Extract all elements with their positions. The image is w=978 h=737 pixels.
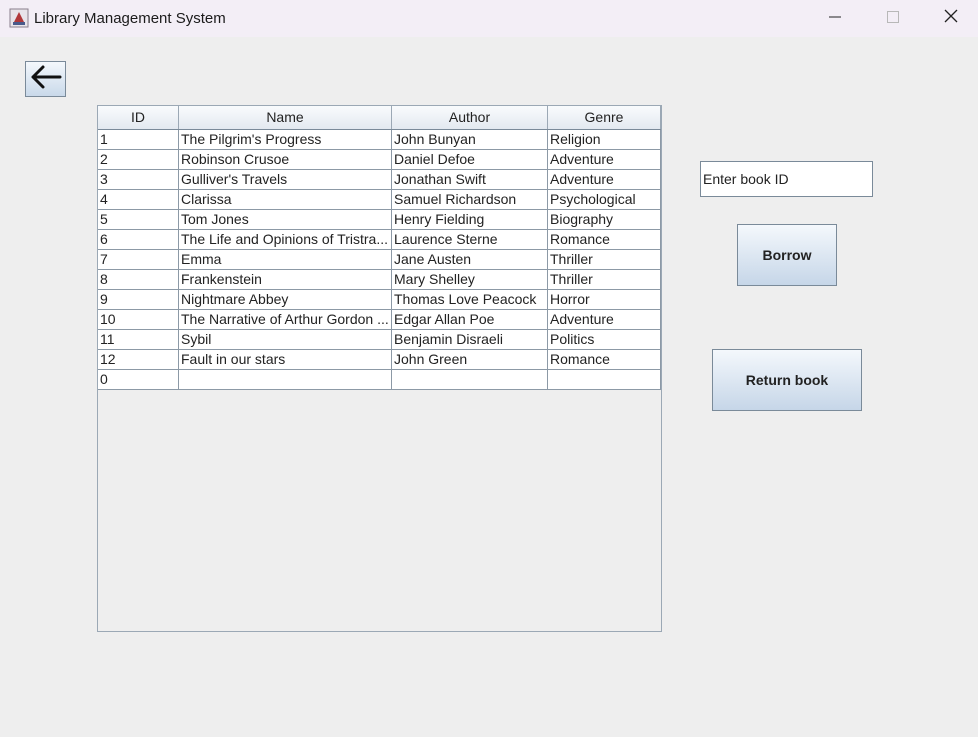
cell-genre[interactable]: Adventure (548, 150, 661, 170)
table-row[interactable]: 7 Emma Jane Austen Thriller (98, 250, 661, 270)
cell-id[interactable]: 1 (98, 130, 179, 150)
close-icon (944, 9, 958, 28)
cell-author[interactable] (392, 370, 548, 390)
cell-genre[interactable]: Thriller (548, 250, 661, 270)
table-row[interactable]: 2 Robinson Crusoe Daniel Defoe Adventure (98, 150, 661, 170)
cell-id[interactable]: 10 (98, 310, 179, 330)
cell-genre[interactable]: Religion (548, 130, 661, 150)
cell-name[interactable]: Robinson Crusoe (179, 150, 392, 170)
cell-name[interactable]: Frankenstein (179, 270, 392, 290)
cell-author[interactable]: Jonathan Swift (392, 170, 548, 190)
cell-id[interactable]: 4 (98, 190, 179, 210)
cell-id[interactable]: 6 (98, 230, 179, 250)
table-row[interactable]: 12 Fault in our stars John Green Romance (98, 350, 661, 370)
cell-genre[interactable]: Romance (548, 230, 661, 250)
arrow-left-icon (29, 64, 63, 95)
column-header-author[interactable]: Author (392, 106, 548, 129)
cell-id[interactable]: 12 (98, 350, 179, 370)
cell-name[interactable]: The Narrative of Arthur Gordon ... (179, 310, 392, 330)
title-bar: Library Management System (0, 0, 978, 37)
cell-id[interactable]: 11 (98, 330, 179, 350)
cell-author[interactable]: Thomas Love Peacock (392, 290, 548, 310)
table-row[interactable]: 4 Clarissa Samuel Richardson Psychological (98, 190, 661, 210)
cell-author[interactable]: Mary Shelley (392, 270, 548, 290)
table-row[interactable]: 3 Gulliver's Travels Jonathan Swift Adventu… (98, 170, 661, 190)
cell-genre[interactable]: Romance (548, 350, 661, 370)
cell-name[interactable] (179, 370, 392, 390)
cell-id[interactable]: 0 (98, 370, 179, 390)
cell-author[interactable]: Henry Fielding (392, 210, 548, 230)
cell-author[interactable]: Samuel Richardson (392, 190, 548, 210)
cell-name[interactable]: The Pilgrim's Progress (179, 130, 392, 150)
cell-id[interactable]: 8 (98, 270, 179, 290)
table-body: 1 The Pilgrim's Progress John Bunyan Religi… (98, 130, 661, 390)
cell-genre[interactable] (548, 370, 661, 390)
cell-genre[interactable]: Adventure (548, 170, 661, 190)
cell-id[interactable]: 2 (98, 150, 179, 170)
table-header: ID Name Author Genre (98, 106, 661, 130)
maximize-icon (887, 10, 899, 28)
cell-genre[interactable]: Adventure (548, 310, 661, 330)
table-row[interactable]: 5 Tom Jones Henry Fielding Biography (98, 210, 661, 230)
return-book-button[interactable]: Return book (712, 349, 862, 411)
cell-id[interactable]: 9 (98, 290, 179, 310)
table-row[interactable]: 1 The Pilgrim's Progress John Bunyan Religi… (98, 130, 661, 150)
cell-name[interactable]: Fault in our stars (179, 350, 392, 370)
cell-genre[interactable]: Biography (548, 210, 661, 230)
minimize-button[interactable] (806, 0, 864, 37)
cell-id[interactable]: 7 (98, 250, 179, 270)
maximize-button[interactable] (864, 0, 922, 37)
borrow-button[interactable]: Borrow (737, 224, 837, 286)
cell-genre[interactable]: Horror (548, 290, 661, 310)
table-row[interactable]: 6 The Life and Opinions of Tristra... Laur… (98, 230, 661, 250)
table-row[interactable]: 10 The Narrative of Arthur Gordon ... Edga… (98, 310, 661, 330)
cell-author[interactable]: John Bunyan (392, 130, 548, 150)
table-row[interactable]: 11 Sybil Benjamin Disraeli Politics (98, 330, 661, 350)
cell-author[interactable]: Jane Austen (392, 250, 548, 270)
column-header-name[interactable]: Name (179, 106, 392, 129)
table-row[interactable]: 8 Frankenstein Mary Shelley Thriller (98, 270, 661, 290)
cell-name[interactable]: Tom Jones (179, 210, 392, 230)
cell-author[interactable]: Daniel Defoe (392, 150, 548, 170)
table-row[interactable]: 9 Nightmare Abbey Thomas Love Peacock Horro… (98, 290, 661, 310)
books-table[interactable]: ID Name Author Genre 1 The Pilgrim's Prog… (97, 105, 662, 632)
cell-name[interactable]: Nightmare Abbey (179, 290, 392, 310)
cell-id[interactable]: 5 (98, 210, 179, 230)
cell-name[interactable]: The Life and Opinions of Tristra... (179, 230, 392, 250)
table-row[interactable]: 0 (98, 370, 661, 390)
back-button[interactable] (25, 61, 66, 97)
cell-name[interactable]: Emma (179, 250, 392, 270)
cell-id[interactable]: 3 (98, 170, 179, 190)
cell-author[interactable]: Laurence Sterne (392, 230, 548, 250)
cell-genre[interactable]: Politics (548, 330, 661, 350)
minimize-icon (829, 10, 841, 28)
book-id-input[interactable] (700, 161, 873, 197)
column-header-id[interactable]: ID (98, 106, 179, 129)
cell-name[interactable]: Gulliver's Travels (179, 170, 392, 190)
close-button[interactable] (922, 0, 978, 37)
cell-genre[interactable]: Psychological (548, 190, 661, 210)
cell-author[interactable]: Edgar Allan Poe (392, 310, 548, 330)
cell-name[interactable]: Clarissa (179, 190, 392, 210)
column-header-genre[interactable]: Genre (548, 106, 661, 129)
cell-author[interactable]: Benjamin Disraeli (392, 330, 548, 350)
cell-author[interactable]: John Green (392, 350, 548, 370)
cell-genre[interactable]: Thriller (548, 270, 661, 290)
window-title: Library Management System (34, 10, 226, 27)
cell-name[interactable]: Sybil (179, 330, 392, 350)
java-cup-icon (9, 8, 29, 28)
